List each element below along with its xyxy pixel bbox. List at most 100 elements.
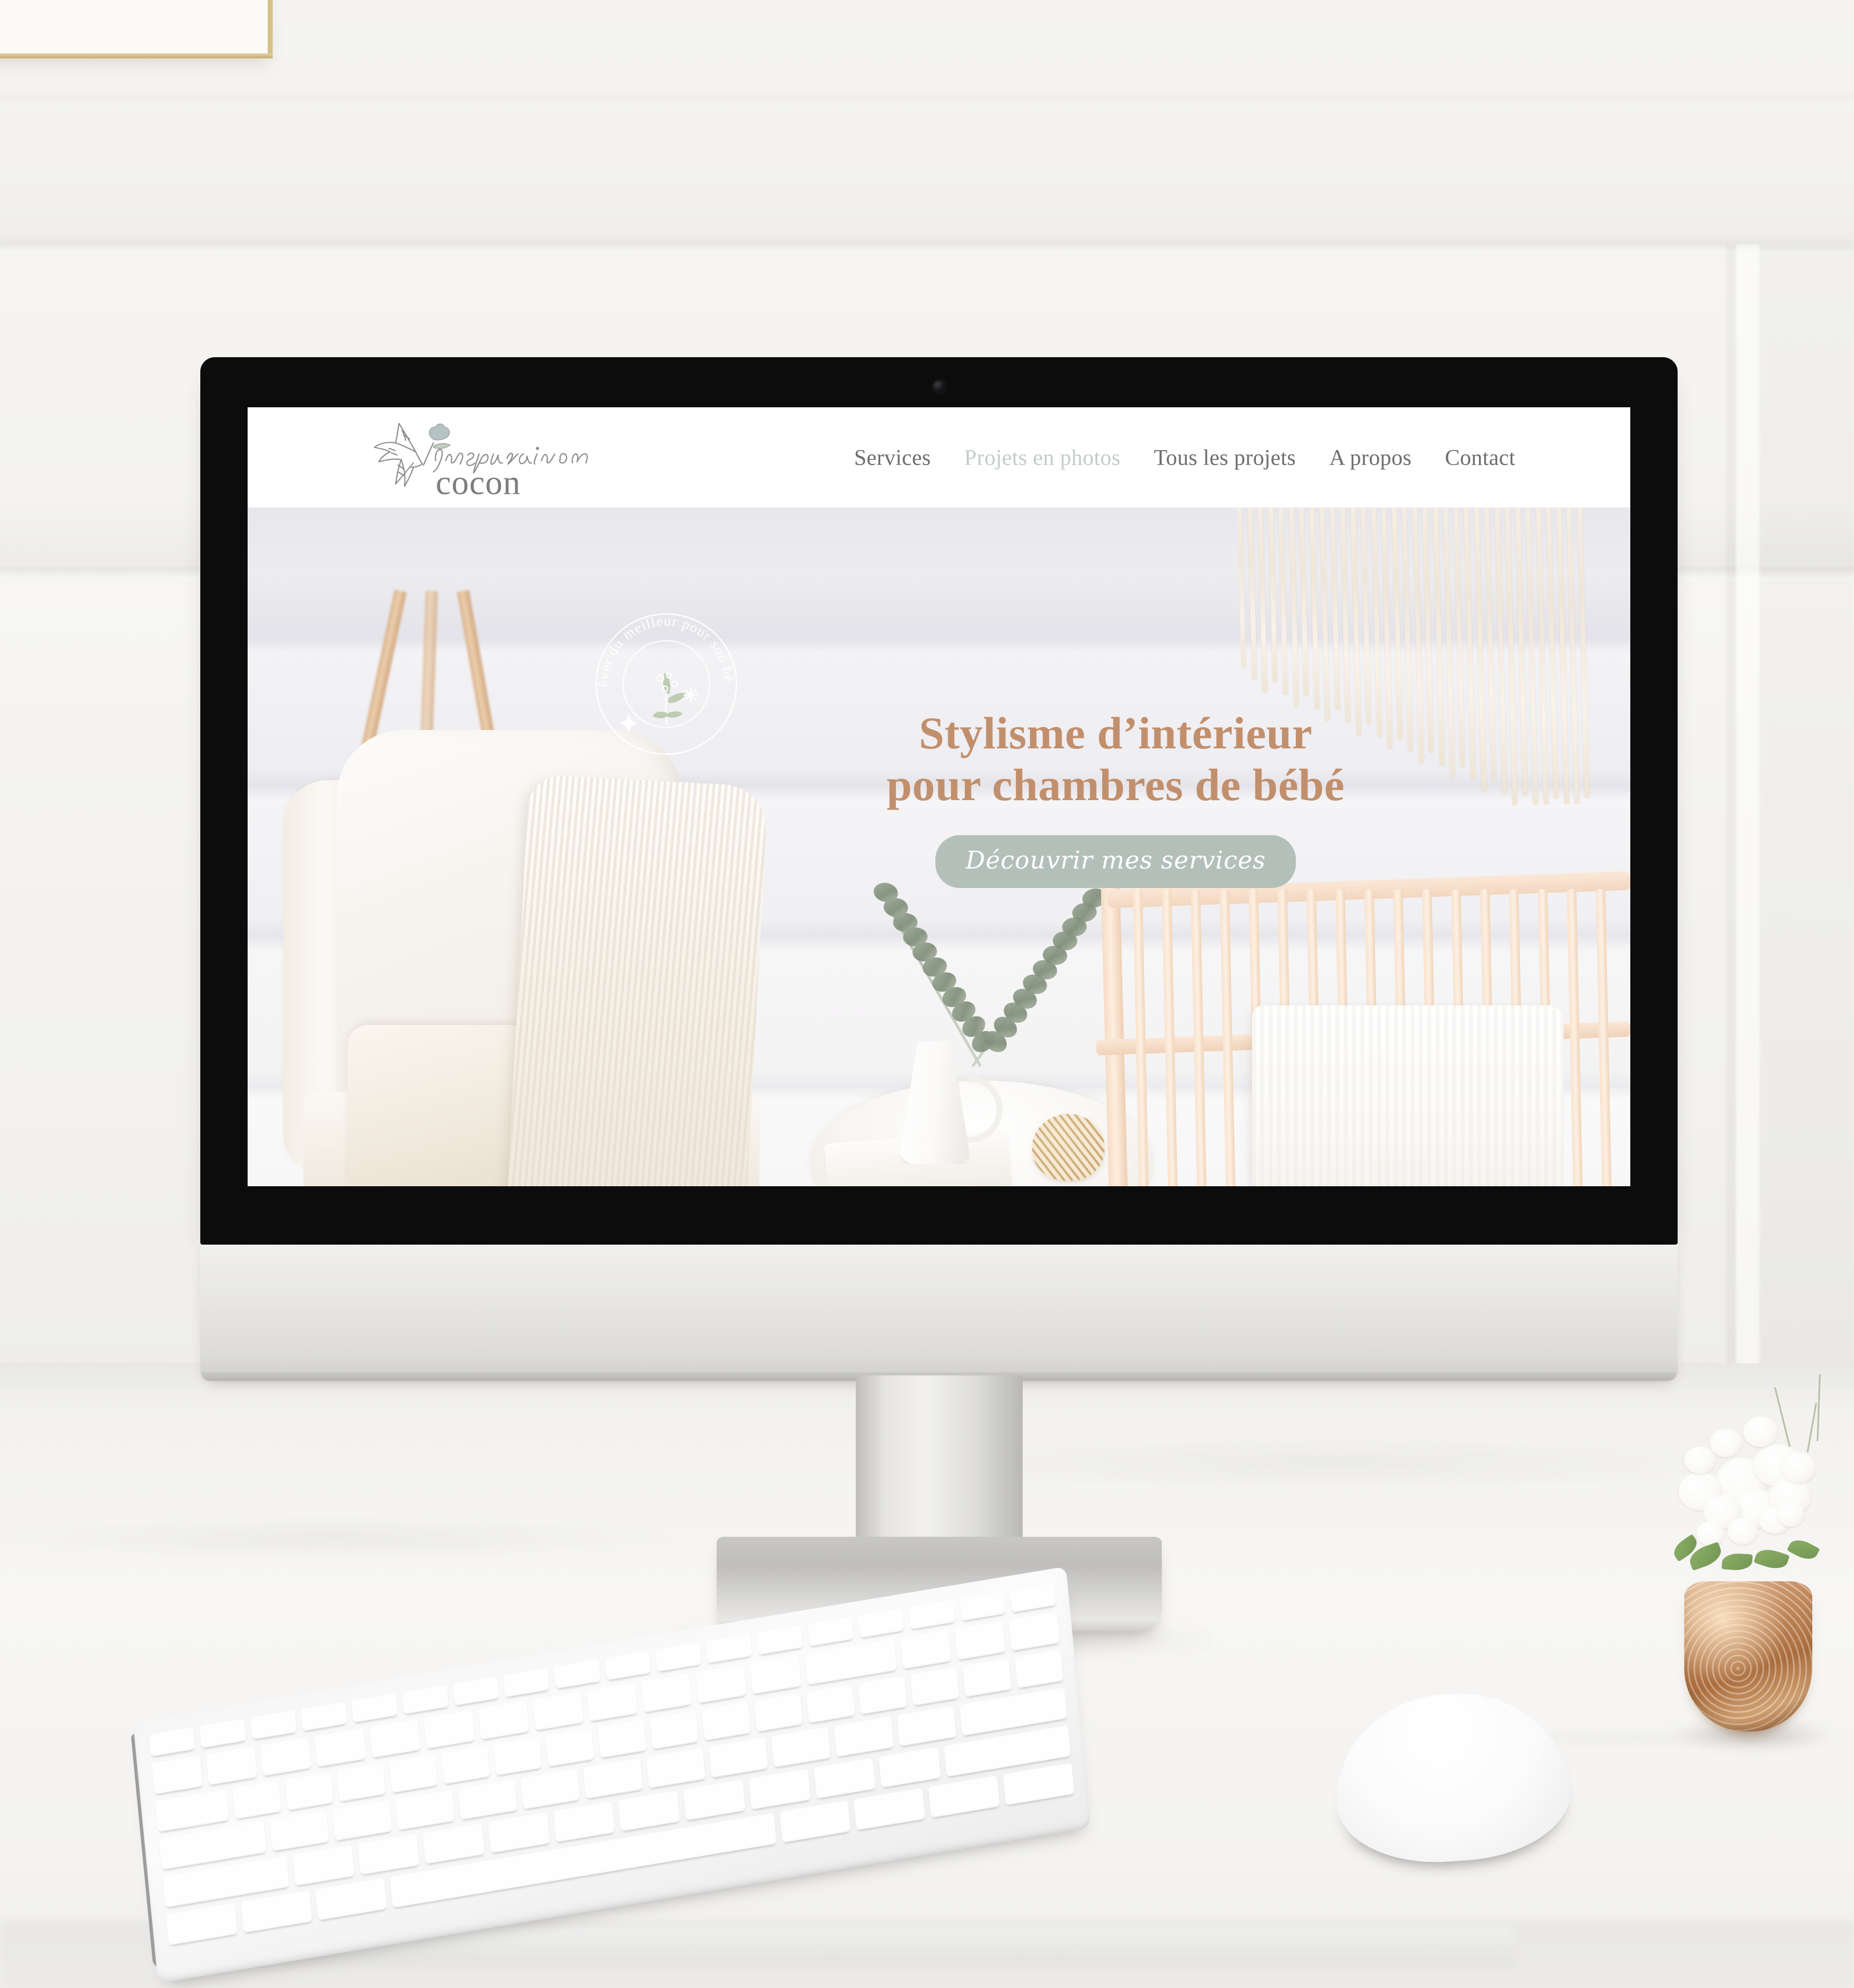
keyboard-key[interactable] bbox=[597, 1719, 647, 1759]
nav-item-services[interactable]: Services bbox=[837, 445, 948, 471]
flower-bloom bbox=[1697, 1521, 1724, 1546]
keyboard-key[interactable] bbox=[1008, 1612, 1060, 1651]
keyboard-key[interactable] bbox=[357, 1834, 420, 1876]
keyboard-key[interactable] bbox=[586, 1682, 638, 1722]
keyboard-key[interactable] bbox=[748, 1768, 811, 1810]
keyboard-key[interactable] bbox=[457, 1779, 517, 1820]
crib-blanket bbox=[1252, 1005, 1564, 1186]
copper-hammered-vase bbox=[1684, 1581, 1812, 1732]
flower-bloom bbox=[1781, 1452, 1816, 1483]
keyboard-key[interactable] bbox=[858, 1675, 908, 1715]
white-armchair bbox=[264, 730, 793, 1186]
keyboard-key[interactable] bbox=[545, 1728, 595, 1767]
keyboard-key[interactable] bbox=[240, 1890, 312, 1933]
hero-title-line-2: pour chambres de bébé bbox=[886, 759, 1345, 810]
discover-services-button[interactable]: Découvrir mes services bbox=[935, 835, 1296, 889]
knit-throw-blanket bbox=[506, 774, 768, 1186]
imac-screen: cocon Services Projets en photos Tous le… bbox=[248, 407, 1630, 1186]
keyboard-key[interactable] bbox=[618, 1790, 681, 1832]
wall-moulding-line bbox=[0, 240, 1854, 255]
keyboard-key[interactable] bbox=[806, 1684, 855, 1724]
flower-bloom bbox=[1710, 1429, 1742, 1458]
webcam-icon bbox=[933, 381, 945, 393]
keyboard-key[interactable] bbox=[205, 1746, 258, 1785]
flower-bloom bbox=[1743, 1417, 1778, 1447]
keyboard-key[interactable] bbox=[1014, 1649, 1064, 1689]
hero-section: Rêver du meilleur pour son bébé bbox=[248, 507, 1630, 1186]
keyboard-key[interactable] bbox=[532, 1691, 584, 1731]
keyboard-key[interactable] bbox=[753, 1693, 803, 1732]
keyboard-key[interactable] bbox=[779, 1800, 851, 1843]
babys-breath-sprig bbox=[1774, 1387, 1791, 1447]
keyboard-key[interactable] bbox=[708, 1737, 768, 1778]
keyboard-key[interactable] bbox=[583, 1758, 643, 1799]
flower-arrangement bbox=[1650, 1363, 1854, 1864]
babys-breath-sprig bbox=[1817, 1374, 1821, 1442]
keyboard-key[interactable] bbox=[520, 1769, 580, 1810]
nav-item-contact[interactable]: Contact bbox=[1428, 445, 1532, 471]
keyboard-key[interactable] bbox=[641, 1673, 693, 1713]
nav-item-tous-les-projets[interactable]: Tous les projets bbox=[1137, 445, 1313, 471]
imac-chin bbox=[200, 1245, 1678, 1381]
keyboard-key[interactable] bbox=[166, 1903, 238, 1946]
keyboard-key[interactable] bbox=[645, 1748, 706, 1789]
hero-title-line-1: Stylisme d’intérieur bbox=[919, 708, 1313, 758]
keyboard-key[interactable] bbox=[879, 1747, 941, 1788]
keyboard-key[interactable] bbox=[954, 1621, 1006, 1660]
keyboard-key[interactable] bbox=[683, 1779, 746, 1821]
keyboard-key[interactable] bbox=[910, 1667, 960, 1706]
keyboard-key[interactable] bbox=[493, 1737, 543, 1776]
keyboard-key[interactable] bbox=[854, 1788, 926, 1831]
main-navigation: Services Projets en photos Tous les proj… bbox=[837, 445, 1532, 471]
site-logo[interactable]: cocon bbox=[364, 415, 598, 499]
keyboard-key[interactable] bbox=[233, 1780, 282, 1819]
website-viewport: cocon Services Projets en photos Tous le… bbox=[248, 407, 1630, 1186]
keyboard-key[interactable] bbox=[649, 1710, 699, 1750]
flower-leaf bbox=[1722, 1552, 1753, 1571]
keyboard-key[interactable] bbox=[553, 1801, 615, 1843]
keyboard-key[interactable] bbox=[928, 1775, 1000, 1818]
dove-with-flower-icon: cocon bbox=[373, 422, 588, 499]
keyboard-key[interactable] bbox=[260, 1737, 312, 1777]
imac-display-head: cocon Services Projets en photos Tous le… bbox=[200, 357, 1678, 1245]
keyboard-key[interactable] bbox=[962, 1658, 1012, 1698]
keyboard-key[interactable] bbox=[423, 1709, 475, 1749]
keyboard-key[interactable] bbox=[695, 1664, 747, 1704]
nav-item-projets-en-photos[interactable]: Projets en photos bbox=[948, 445, 1137, 471]
babys-breath-sprig bbox=[1807, 1403, 1817, 1453]
keyboard-key[interactable] bbox=[389, 1754, 438, 1793]
keyboard-key[interactable] bbox=[750, 1655, 801, 1695]
apple-magic-mouse[interactable] bbox=[1330, 1686, 1575, 1869]
keyboard-key[interactable] bbox=[155, 1789, 230, 1833]
keyboard-key[interactable] bbox=[1003, 1763, 1075, 1806]
keyboard-key[interactable] bbox=[900, 1630, 951, 1670]
keyboard-key[interactable] bbox=[284, 1772, 334, 1811]
svg-text:cocon: cocon bbox=[436, 464, 521, 499]
nav-item-a-propos[interactable]: A propos bbox=[1313, 445, 1428, 471]
keyboard-key[interactable] bbox=[151, 1755, 203, 1795]
keyboard-key[interactable] bbox=[269, 1811, 329, 1852]
keyboard-key[interactable] bbox=[337, 1763, 386, 1802]
wall-moulding-line bbox=[0, 95, 1854, 109]
keyboard-key[interactable] bbox=[487, 1812, 550, 1853]
keyboard-key[interactable] bbox=[702, 1701, 751, 1741]
keyboard-key[interactable] bbox=[332, 1800, 392, 1841]
keyboard-key[interactable] bbox=[395, 1789, 455, 1831]
keyboard-key[interactable] bbox=[422, 1823, 485, 1864]
keyboard-key[interactable] bbox=[834, 1716, 894, 1757]
keyboard-key[interactable] bbox=[315, 1878, 387, 1921]
site-header: cocon Services Projets en photos Tous le… bbox=[248, 407, 1630, 507]
keyboard-key[interactable] bbox=[804, 1639, 897, 1685]
keyboard-key[interactable] bbox=[314, 1728, 366, 1768]
keyboard-key[interactable] bbox=[369, 1719, 421, 1758]
flower-bloom bbox=[1728, 1518, 1758, 1545]
hero-copy: Stylisme d’intérieur pour chambres de bé… bbox=[793, 708, 1438, 889]
keyboard-key[interactable] bbox=[441, 1745, 490, 1785]
keyboard-key[interactable] bbox=[292, 1844, 355, 1886]
flower-bloom bbox=[1684, 1447, 1715, 1474]
keyboard-key[interactable] bbox=[813, 1758, 876, 1799]
keyboard-key[interactable] bbox=[477, 1700, 530, 1740]
keyboard-key[interactable] bbox=[771, 1726, 831, 1768]
flower-leaf bbox=[1787, 1535, 1820, 1564]
keyboard-key[interactable] bbox=[896, 1706, 956, 1747]
